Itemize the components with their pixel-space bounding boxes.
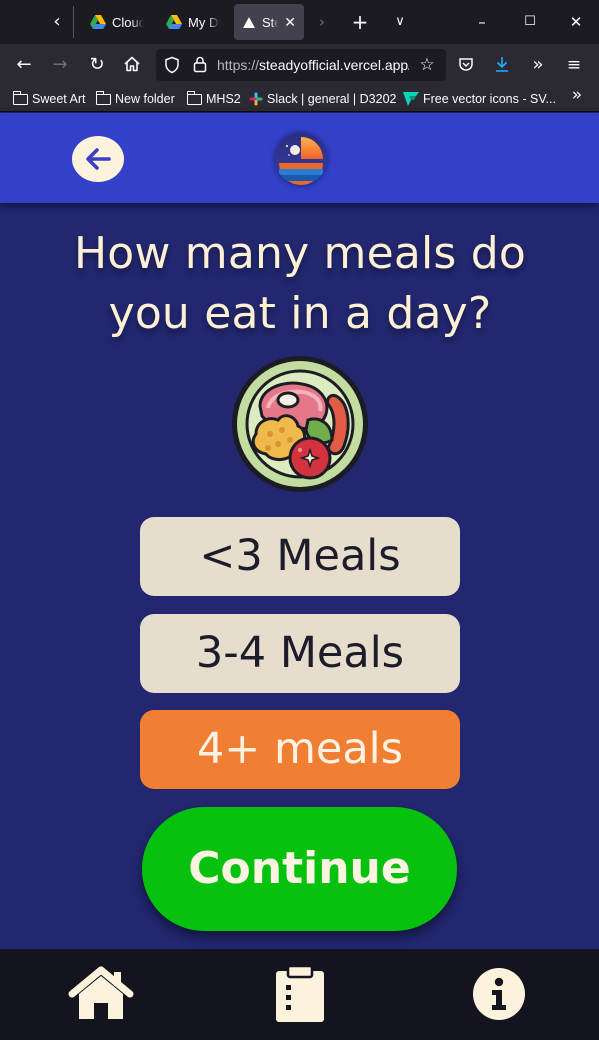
tab-title: Ste (262, 14, 279, 30)
option-3-4-meals[interactable]: 3-4 Meals (140, 614, 460, 693)
nav-clipboard-button[interactable] (266, 963, 334, 1025)
steady-logo-icon (275, 133, 327, 185)
nav-home-button[interactable] (67, 963, 135, 1025)
folder-icon (96, 90, 111, 105)
browser-tab-active[interactable]: Ste ✕ (234, 4, 304, 40)
downloads-icon[interactable] (490, 53, 514, 77)
steady-icon (242, 15, 256, 29)
option-4-plus-meals-selected[interactable]: 4+ meals (140, 710, 460, 789)
bookmark-item[interactable]: MHS2 (187, 90, 241, 108)
tab-scroll-right-icon[interactable]: › (310, 10, 334, 34)
tab-title: Cloud (112, 14, 144, 30)
bookmark-label: MHS2 (206, 92, 241, 106)
overflow-menu-icon[interactable]: » (526, 53, 550, 77)
bookmark-label: Slack | general | D32021 (267, 92, 397, 106)
steady-logo (275, 133, 327, 185)
list-tabs-icon[interactable]: ∨ (388, 10, 412, 34)
browser-tab-strip: ‹ Cloud My Dr Ste ✕ › + ∨ – ☐ ✕ (0, 0, 599, 44)
bookmark-label: Sweet Art (32, 92, 86, 106)
folder-icon (13, 90, 28, 105)
info-icon (473, 968, 525, 1020)
forward-icon[interactable]: → (48, 53, 72, 77)
window-close-icon[interactable]: ✕ (564, 10, 588, 34)
google-drive-icon (90, 15, 106, 29)
option-less-than-3-meals[interactable]: <3 Meals (140, 517, 460, 596)
question-heading: How many meals do you eat in a day? (74, 228, 526, 339)
flaticon-icon (403, 92, 419, 106)
shield-icon[interactable] (160, 53, 184, 77)
home-icon[interactable] (120, 52, 144, 76)
arrow-left-icon (86, 148, 111, 170)
bookmark-star-icon[interactable]: ☆ (415, 53, 439, 77)
folder-icon (187, 90, 202, 105)
browser-tab[interactable]: Cloud (82, 4, 152, 40)
nav-info-button[interactable] (465, 963, 533, 1025)
browser-tab[interactable]: My Dr (158, 4, 228, 40)
bookmark-item[interactable]: Sweet Art (13, 90, 86, 108)
bookmark-item[interactable]: Free vector icons - SV... (403, 90, 558, 108)
bookmark-item[interactable]: Slack | general | D32021 (249, 90, 397, 108)
maximize-icon[interactable]: ☐ (518, 10, 542, 34)
more-bookmarks-icon[interactable]: » (565, 83, 589, 107)
new-tab-icon[interactable]: + (348, 10, 372, 34)
tab-title: My Dr (188, 14, 220, 30)
slack-icon (249, 92, 263, 106)
back-icon[interactable]: ← (12, 53, 36, 77)
tab-scroll-left-icon[interactable]: ‹ (44, 10, 70, 34)
bookmark-item[interactable]: New folder (96, 90, 175, 108)
clipboard-icon (276, 965, 324, 1022)
meal-plate-icon (232, 356, 368, 492)
pocket-icon[interactable] (454, 53, 478, 77)
bookmark-label: New folder (115, 92, 175, 106)
minimize-icon[interactable]: – (470, 10, 494, 34)
back-button[interactable] (72, 136, 124, 182)
hamburger-menu-icon[interactable]: ≡ (562, 53, 586, 77)
reload-icon[interactable]: ↻ (85, 53, 109, 77)
bookmark-label: Free vector icons - SV... (423, 92, 556, 106)
tab-separator (73, 6, 74, 38)
url-text[interactable]: https://steadyofficial.vercel.app/ (217, 56, 409, 74)
google-drive-icon (166, 15, 182, 29)
lock-icon[interactable] (188, 53, 212, 77)
bookmarks-toolbar: Sweet Art New folder MHS2 Slack | genera… (0, 83, 599, 112)
home-icon (68, 966, 134, 1019)
close-tab-icon[interactable]: ✕ (284, 14, 296, 31)
continue-button[interactable]: Continue (142, 807, 457, 931)
